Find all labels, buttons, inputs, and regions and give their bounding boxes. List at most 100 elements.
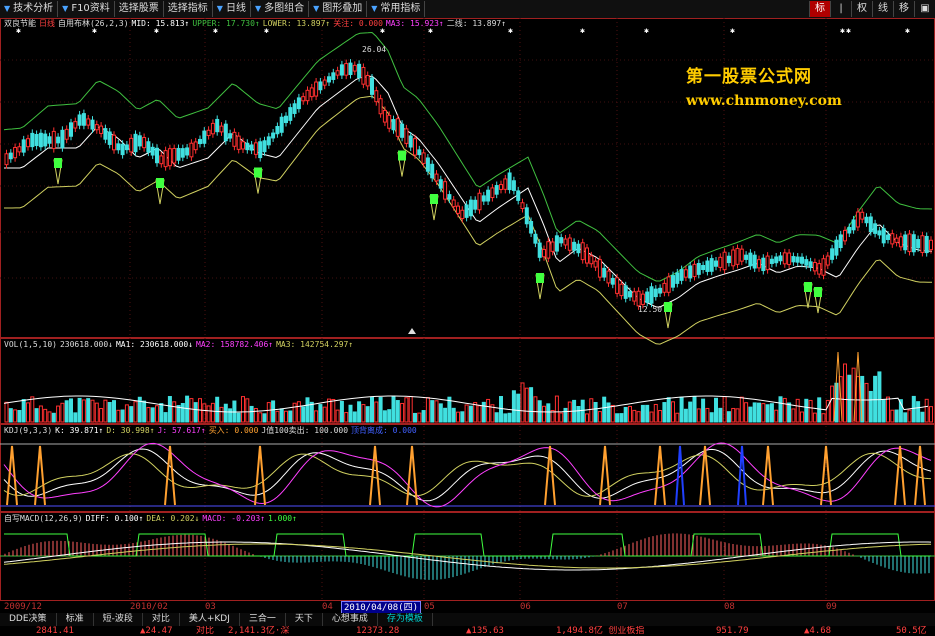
- volume-bar: [146, 407, 151, 423]
- indicator-name[interactable]: 自用布林(26,2,3): [58, 19, 129, 28]
- tab-wish[interactable]: 心想事成: [323, 613, 378, 626]
- volume-bar: [546, 403, 551, 423]
- tab-tianxia[interactable]: 天下: [286, 613, 323, 626]
- volume-bar: [361, 404, 366, 423]
- volume-bar: [331, 398, 336, 423]
- kdj-buy-spike: [737, 445, 747, 506]
- candle-body: [314, 81, 319, 97]
- candle-body: [499, 184, 503, 190]
- candle-body: [361, 66, 366, 85]
- volume-bar: [632, 409, 637, 423]
- volume-bar: [370, 396, 374, 423]
- candle-body: [38, 132, 43, 148]
- tab-beauty-kdj[interactable]: 美人+KDJ: [180, 613, 240, 626]
- candle-body: [253, 142, 258, 155]
- volume-bar: [193, 402, 198, 423]
- candle-body: [34, 134, 39, 146]
- volume-panel: [3, 351, 933, 423]
- upper-value: UPPER: 17.730↑: [192, 19, 260, 28]
- volume-bar: [417, 412, 422, 423]
- ticker-sh-index: 2841.41: [36, 626, 74, 636]
- candle-body: [142, 137, 147, 149]
- volume-bar: [155, 405, 159, 423]
- volume-bar: [726, 411, 731, 423]
- volume-bar: [881, 399, 886, 423]
- volume-bar: [855, 376, 860, 423]
- volume-bar: [408, 395, 413, 423]
- candle-body: [726, 255, 731, 264]
- candle-body: [778, 255, 783, 262]
- macd-diff: DIFF: 0.100↑: [85, 514, 144, 523]
- candle-body: [275, 126, 280, 135]
- candle-body: [494, 185, 499, 195]
- candle-body: [438, 179, 443, 189]
- candle-body: [64, 128, 69, 140]
- tab-dde[interactable]: DDE决策: [0, 613, 57, 626]
- tab-save-template[interactable]: 存为模板: [378, 613, 433, 626]
- candle-body: [752, 254, 757, 269]
- candle-body: [649, 286, 654, 304]
- stock-name[interactable]: 双良节能: [4, 19, 36, 28]
- candle-body: [843, 229, 847, 242]
- vol-ma2: MA2: 158782.406↑: [196, 340, 274, 349]
- candle-body: [266, 136, 271, 146]
- ticker-gem-index: 951.79: [716, 626, 749, 636]
- candle-body: [163, 150, 168, 168]
- vol-title[interactable]: VOL(1,5,10): [4, 340, 57, 349]
- candle-body: [395, 118, 400, 137]
- candle-body: [17, 146, 22, 153]
- candle-body: [894, 237, 899, 243]
- candle-body: [73, 121, 78, 129]
- candle-body: [761, 257, 766, 272]
- tab-three-in-one[interactable]: 三合一: [240, 613, 286, 626]
- macd-title[interactable]: 自写MACD(12,26,9): [4, 514, 83, 523]
- volume-bar: [456, 411, 460, 423]
- lower-band-line: [4, 95, 933, 345]
- volume-bar: [868, 390, 873, 423]
- watermark-title: 第一股票公式网: [686, 67, 812, 87]
- volume-bar: [567, 401, 572, 423]
- volume-bar: [159, 403, 164, 423]
- erxian-value: 二线: 13.897↑: [446, 19, 507, 28]
- volume-bar: [658, 410, 663, 423]
- candle-body: [550, 241, 555, 252]
- volume-bar: [636, 411, 641, 423]
- candle-body: [735, 247, 740, 265]
- tab-short-wave[interactable]: 短-波段: [94, 613, 143, 626]
- volume-bar: [249, 405, 254, 423]
- candle-body: [666, 276, 671, 293]
- date-label: 07: [617, 602, 628, 612]
- high-price-label: 26.04: [362, 45, 386, 54]
- ticker-label: 对比: [196, 626, 215, 636]
- volume-bar: [473, 402, 478, 423]
- candle-body: [769, 258, 774, 264]
- kdj-k: K: 39.871↑: [55, 426, 104, 435]
- volume-bar: [116, 409, 121, 423]
- volume-bar: [593, 401, 598, 423]
- volume-bar: [90, 399, 95, 423]
- candle-body: [202, 130, 207, 144]
- kdj-j-line: [3, 442, 932, 508]
- candle-body: [855, 211, 860, 228]
- tab-standard[interactable]: 标准: [57, 613, 94, 626]
- volume-bar: [696, 408, 701, 423]
- volume-bar: [51, 412, 56, 423]
- date-label: 06: [520, 602, 531, 612]
- candle-body: [129, 137, 134, 153]
- kdj-j100: J值100卖出: 100.000: [261, 426, 349, 435]
- volume-bar: [920, 411, 925, 423]
- volume-bar: [434, 400, 439, 423]
- candle-body: [791, 256, 796, 263]
- tab-compare[interactable]: 对比: [143, 613, 180, 626]
- kdj-title[interactable]: KDJ(9,3,3): [4, 426, 52, 435]
- candle-body: [688, 265, 693, 279]
- candle-body: [30, 132, 35, 148]
- volume-bar: [499, 396, 503, 423]
- volume-bar: [327, 398, 331, 423]
- volume-bar: [563, 407, 568, 423]
- kdj-buy: 买入: 0.000: [208, 426, 259, 435]
- date-axis: 2009/12 2010/02 03 04 2010/04/08(四) 05 0…: [0, 601, 935, 615]
- volume-bar: [56, 405, 61, 423]
- volume-bar: [387, 409, 392, 423]
- candle-body: [868, 216, 873, 233]
